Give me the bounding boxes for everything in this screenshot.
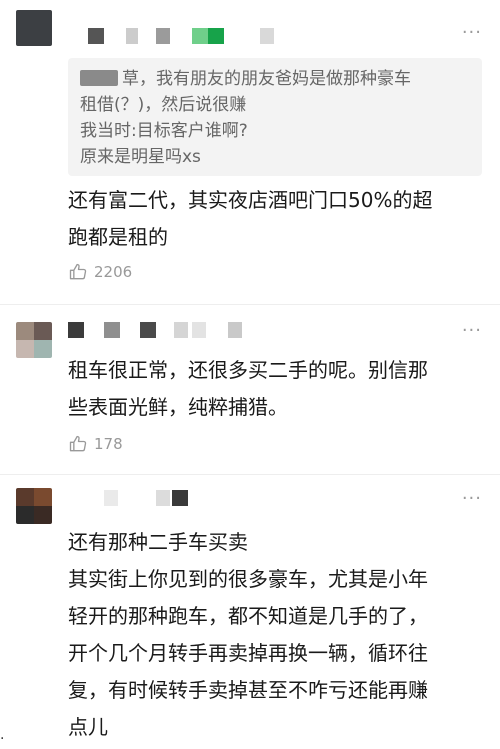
like-button[interactable]: 178 <box>68 434 123 454</box>
divider <box>0 474 500 475</box>
quote-line: 我当时:目标客户谁啊? <box>80 121 248 141</box>
like-count: 2206 <box>94 263 133 281</box>
thumbs-up-icon <box>69 435 87 452</box>
more-options-icon[interactable]: ··· <box>462 22 482 43</box>
avatar[interactable] <box>16 488 52 524</box>
thumbs-up-icon <box>69 263 87 280</box>
quote-line: 原来是明星吗xs <box>80 147 201 167</box>
avatar[interactable] <box>16 322 52 358</box>
comment-body: 还有富二代，其实夜店酒吧门口50%的超 跑都是租的 <box>68 188 433 249</box>
more-options-icon[interactable]: ··· <box>462 320 482 341</box>
comment-body: 租车很正常，还很多买二手的呢。别信那 些表面光鲜，纯粹捕猎。 <box>68 358 428 419</box>
like-button[interactable]: 2206 <box>68 262 132 282</box>
redacted-mention <box>80 70 118 86</box>
quote-line: 草，我有朋友的朋友爸妈是做那种豪车 <box>122 69 411 89</box>
quoted-reply: 草，我有朋友的朋友爸妈是做那种豪车 租借(？)，然后说很赚 我当时:目标客户谁啊… <box>68 58 482 176</box>
divider <box>0 304 500 305</box>
comment-body: 还有那种二手车买卖 其实街上你见到的很多豪车，尤其是小年 轻开的那种跑车，都不知… <box>68 530 428 739</box>
more-options-icon[interactable]: ··· <box>462 488 482 509</box>
edge-mark: . <box>0 727 5 743</box>
comment-2: ··· 租车很正常，还很多买二手的呢。别信那 些表面光鲜，纯粹捕猎。 178 <box>0 310 500 480</box>
avatar[interactable] <box>16 10 52 46</box>
comment-1: ··· 草，我有朋友的朋友爸妈是做那种豪车 租借(？)，然后说很赚 我当时:目标… <box>0 0 500 300</box>
comment-3: ··· 还有那种二手车买卖 其实街上你见到的很多豪车，尤其是小年 轻开的那种跑车… <box>0 480 500 749</box>
like-count: 178 <box>94 435 123 453</box>
quote-line: 租借(？)，然后说很赚 <box>80 95 247 115</box>
